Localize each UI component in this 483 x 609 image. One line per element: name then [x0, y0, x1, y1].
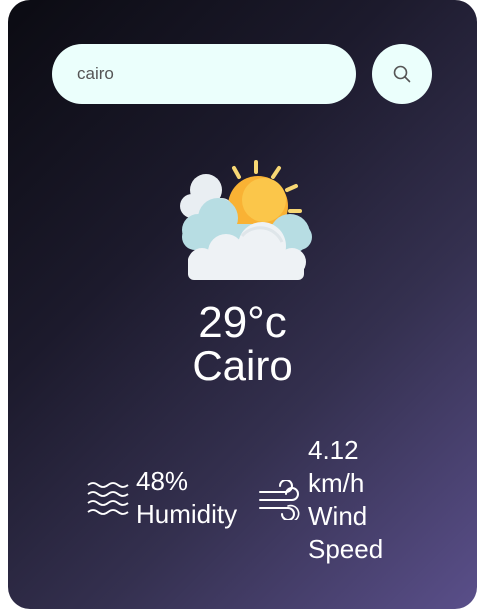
wind-icon: [259, 480, 300, 520]
humidity-section: 48% Humidity: [86, 465, 256, 531]
wind-text: 4.12 km/h Wind Speed: [308, 434, 383, 566]
wind-label-line1: Wind: [308, 501, 368, 531]
search-input[interactable]: [52, 44, 356, 104]
weather-card: 29°c Cairo 48% Humidity 4.12 km/h Wind S…: [8, 0, 477, 609]
search-button[interactable]: [372, 44, 432, 104]
wind-label-line2: Speed: [308, 534, 384, 564]
humidity-value: 48%: [136, 466, 189, 496]
search-icon: [393, 65, 411, 83]
search-bar: [52, 44, 432, 104]
wind-value-unit: km/h: [308, 468, 365, 498]
city-name: Cairo: [192, 342, 293, 389]
partly-cloudy-icon: [180, 160, 312, 280]
wind-section: 4.12 km/h Wind Speed: [258, 434, 418, 564]
humidity-label: Humidity: [136, 499, 238, 529]
humidity-waves-icon: [87, 482, 129, 515]
humidity-text: 48% Humidity: [136, 465, 237, 531]
wind-value-number: 4.12: [308, 435, 359, 465]
